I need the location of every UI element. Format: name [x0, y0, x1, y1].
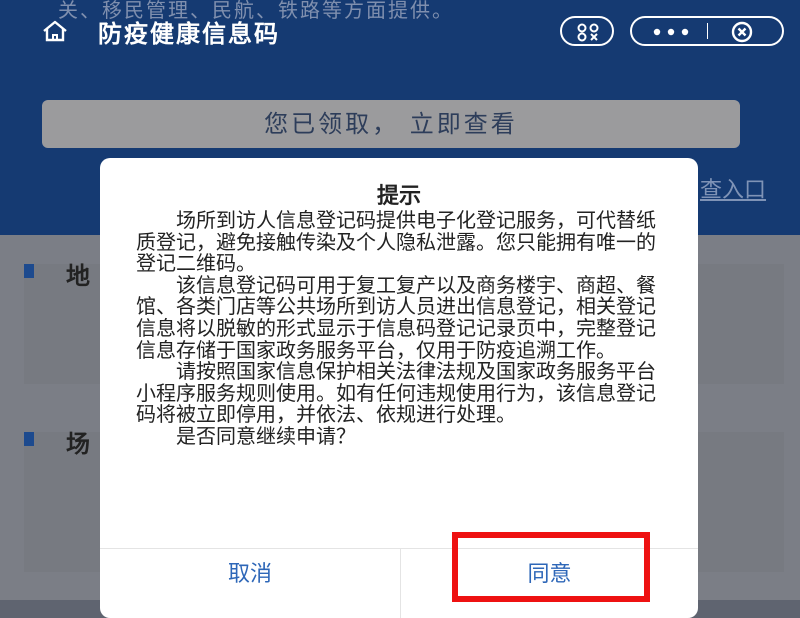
dialog-paragraph: 场所到访人信息登记码提供电子化登记服务，可代替纸质登记，避免接触传染及个人隐私泄… — [136, 208, 656, 276]
entry-link[interactable]: 查入口 — [700, 172, 766, 204]
more-dots-icon[interactable] — [652, 27, 690, 37]
page-title: 防疫健康信息码 — [98, 20, 280, 48]
capsule-divider — [707, 23, 708, 39]
section-marker — [24, 264, 34, 278]
close-circle-icon[interactable] — [730, 20, 754, 44]
section-title: 地 — [66, 262, 90, 290]
section-title: 场 — [66, 430, 90, 458]
dialog-body: 场所到访人信息登记码提供电子化登记服务，可代替纸质登记，避免接触传染及个人隐私泄… — [136, 208, 660, 448]
cancel-button[interactable]: 取消 — [100, 549, 400, 591]
menu-capsule — [630, 16, 784, 46]
agree-highlight-box — [452, 532, 650, 602]
scan-capsule-button[interactable] — [560, 16, 614, 46]
view-received-button[interactable]: 您已领取， 立即查看 — [42, 100, 740, 148]
dialog-question: 是否同意继续申请？ — [176, 423, 356, 448]
dialog-paragraph: 请按照国家信息保护相关法律法规及国家政务服务平台小程序服务规则使用。如有任何违规… — [136, 359, 656, 427]
section-marker — [24, 432, 34, 446]
home-icon[interactable] — [42, 20, 68, 42]
scan-icon — [577, 23, 599, 42]
dialog-title: 提示 — [376, 184, 421, 209]
dialog-paragraph: 该信息登记码可用于复工复产以及商务楼宇、商超、餐馆、各类门店等公共场所到访人员进… — [136, 272, 656, 362]
title-bar: 防疫健康信息码 — [0, 0, 800, 60]
